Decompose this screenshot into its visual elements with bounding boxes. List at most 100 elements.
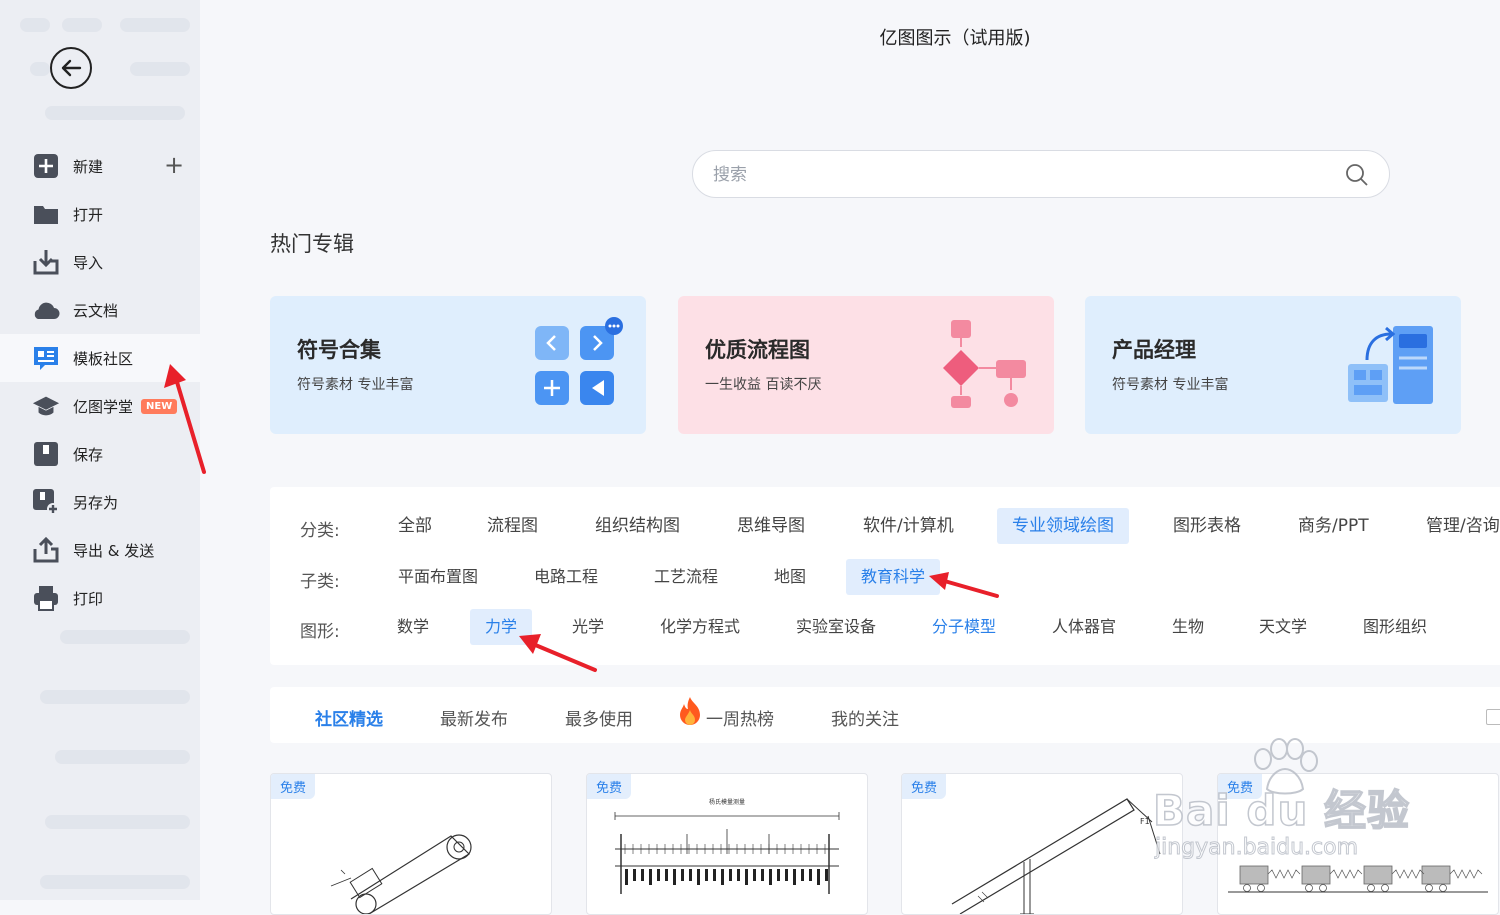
category-row: 分类: 全部 流程图 组织结构图 思维导图 软件/计算机 专业领域绘图 图形表格… [270,508,1500,544]
sidebar: 新建 + 打开 导入 云文档 模板社区 亿图学堂 NEW 保存 另存为 导出 &… [0,0,200,900]
menu-item-save-as[interactable]: 另存为 [0,478,200,526]
cloud-icon [32,296,60,324]
subcategory-process[interactable]: 工艺流程 [639,559,733,595]
shape-molecular-model[interactable]: 分子模型 [917,609,1011,645]
shape-math[interactable]: 数学 [382,609,444,645]
symbols-illustration-icon [535,317,623,405]
category-professional[interactable]: 专业领域绘图 [997,508,1129,544]
section-title-hot-albums: 热门专辑 [270,232,354,256]
subcategory-floor-plan[interactable]: 平面布置图 [383,559,493,595]
search-box[interactable] [692,150,1390,198]
tab-community-picks[interactable]: 社区精选 [315,705,383,730]
ghost-bar [45,106,185,120]
category-label: 分类: [300,521,340,541]
menu-item-label: 新建 [73,157,104,176]
album-card-product-manager[interactable]: 产品经理 符号素材 专业丰富 [1085,296,1461,434]
ghost-bar [120,18,190,32]
menu-item-label: 导出 & 发送 [73,541,155,560]
ghost-bar [55,750,190,764]
category-mind-map[interactable]: 思维导图 [722,508,820,544]
category-all[interactable]: 全部 [383,508,447,544]
subcategory-education-science[interactable]: 教育科学 [846,559,941,595]
template-card[interactable]: F1 免费 [901,773,1183,915]
ghost-bar [30,62,50,76]
ghost-bar [60,630,190,644]
menu-item-academy[interactable]: 亿图学堂 NEW [0,382,200,430]
menu-item-label: 云文档 [73,301,119,320]
shape-optics[interactable]: 光学 [557,609,619,645]
menu-item-label: 导入 [73,253,104,272]
category-org-chart[interactable]: 组织结构图 [580,508,695,544]
menu-item-export[interactable]: 导出 & 发送 [0,526,200,574]
tab-weekly-hot[interactable]: 一周热榜 [706,705,774,730]
category-business-ppt[interactable]: 商务/PPT [1283,508,1384,544]
ghost-bar [62,18,102,32]
tab-most-used[interactable]: 最多使用 [565,705,633,730]
menu-item-label: 打开 [73,205,104,224]
template-card[interactable]: 杨氏模量测量 免费 [586,773,868,915]
album-card-flowchart[interactable]: 优质流程图 一生收益 百读不厌 [678,296,1054,434]
shape-lab-equipment[interactable]: 实验室设备 [781,609,891,645]
menu-item-print[interactable]: 打印 [0,574,200,622]
template-tabs: 社区精选 最新发布 最多使用 一周热榜 我的关注 [270,687,1500,743]
menu-item-label: 模板社区 [73,349,134,368]
menu-item-new[interactable]: 新建 + [0,142,200,190]
card-title: 优质流程图 [705,338,810,362]
tab-latest[interactable]: 最新发布 [440,705,508,730]
category-management[interactable]: 管理/咨询 [1411,508,1500,544]
ghost-bar [45,815,190,829]
menu-item-label: 另存为 [73,493,119,512]
menu-item-label: 保存 [73,445,104,464]
save-as-icon [32,488,60,516]
ghost-bar [20,18,50,32]
arrow-left-icon [61,59,82,77]
export-icon [32,536,60,564]
subcategory-map[interactable]: 地图 [759,559,821,595]
tab-following[interactable]: 我的关注 [831,705,899,730]
ghost-bar [40,690,190,704]
category-graphic-table[interactable]: 图形表格 [1158,508,1256,544]
shape-mechanics[interactable]: 力学 [470,609,533,645]
free-badge: 免费 [587,774,632,799]
ghost-bar [40,875,190,889]
free-badge: 免费 [1218,774,1263,799]
shape-biology[interactable]: 生物 [1157,609,1219,645]
template-card[interactable]: 免费 [1217,773,1499,915]
printer-icon [32,584,60,612]
menu-item-label: 亿图学堂 [73,397,134,416]
search-icon[interactable] [1345,163,1369,187]
filter-panel: 分类: 全部 流程图 组织结构图 思维导图 软件/计算机 专业领域绘图 图形表格… [270,487,1500,665]
new-badge: NEW [141,398,178,414]
album-card-symbols[interactable]: 符号合集 符号素材 专业丰富 [270,296,646,434]
template-caption: 杨氏模量测量 [709,798,745,806]
shape-human-organs[interactable]: 人体器官 [1037,609,1131,645]
shape-graphic-organizer[interactable]: 图形组织 [1348,609,1442,645]
new-file-icon [32,152,60,180]
menu-item-label: 打印 [73,589,104,608]
card-subtitle: 符号素材 专业丰富 [1112,377,1229,393]
menu-item-template-community[interactable]: 模板社区 [0,334,200,382]
file-menu: 新建 + 打开 导入 云文档 模板社区 亿图学堂 NEW 保存 另存为 导出 &… [0,142,200,622]
category-flowchart[interactable]: 流程图 [472,508,553,544]
shape-astronomy[interactable]: 天文学 [1244,609,1322,645]
filter-checkbox[interactable] [1486,709,1500,725]
flame-icon [680,697,700,725]
graduation-cap-icon [32,392,60,420]
category-software[interactable]: 软件/计算机 [848,508,969,544]
template-card[interactable]: 免费 [270,773,552,915]
menu-item-save[interactable]: 保存 [0,430,200,478]
back-button[interactable] [50,47,92,89]
card-subtitle: 一生收益 百读不厌 [705,377,822,393]
product-manager-illustration-icon [1348,326,1433,404]
search-input[interactable] [711,161,1315,189]
add-icon[interactable]: + [164,153,184,177]
subcategory-circuit[interactable]: 电路工程 [519,559,613,595]
save-icon [32,440,60,468]
card-title: 产品经理 [1112,338,1196,362]
menu-item-open[interactable]: 打开 [0,190,200,238]
ghost-bar [130,62,190,76]
shape-chemical-equation[interactable]: 化学方程式 [645,609,755,645]
menu-item-cloud[interactable]: 云文档 [0,286,200,334]
subcategory-label: 子类: [300,572,340,592]
menu-item-import[interactable]: 导入 [0,238,200,286]
